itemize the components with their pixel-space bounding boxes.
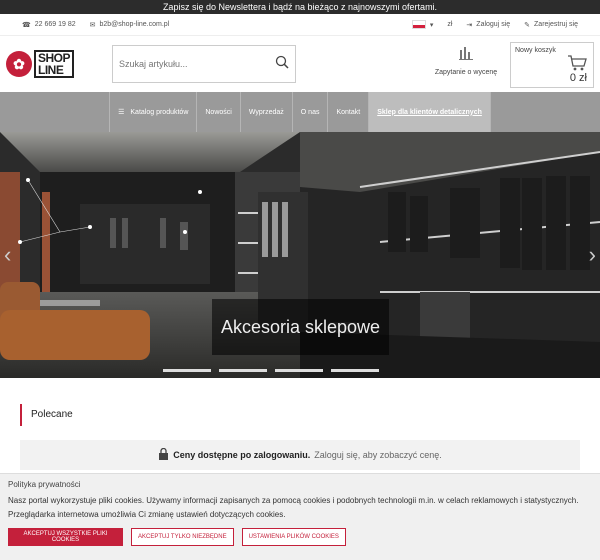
register-label: Zarejestruj się xyxy=(534,21,578,28)
register-icon: ✎ xyxy=(524,21,531,29)
login-label: Zaloguj się xyxy=(476,21,511,28)
cart-value: 0 zł xyxy=(569,72,587,84)
hamburger-icon: ☰ xyxy=(118,109,125,116)
slider-dot[interactable] xyxy=(219,369,267,372)
nav-catalog[interactable]: ☰ Katalog produktów xyxy=(109,92,196,132)
header: ✿ SHOP LINE Zapytanie o wycenę Nowy kosz… xyxy=(0,36,600,92)
poland-flag-icon xyxy=(411,20,426,29)
price-notice-bold: Ceny dostępne po zalogowaniu. xyxy=(173,450,311,460)
price-login-notice: Ceny dostępne po zalogowaniu. Zaloguj si… xyxy=(20,440,580,470)
slider-dot[interactable] xyxy=(163,369,211,372)
envelope-icon: ✉ xyxy=(89,21,96,29)
email-address: b2b@shop-line.com.pl xyxy=(99,21,170,28)
chevron-left-icon[interactable]: ‹ xyxy=(4,242,11,268)
logo[interactable]: ✿ SHOP LINE xyxy=(6,50,106,78)
chevron-right-icon[interactable]: › xyxy=(589,242,596,268)
nav-contact[interactable]: Kontakt xyxy=(327,92,368,132)
price-login-link[interactable]: Zaloguj się, aby zobaczyć cenę. xyxy=(314,450,442,460)
cookie-text-line2: Przeglądarka internetowa umożliwia Ci zm… xyxy=(8,510,286,519)
cookie-settings-button[interactable]: USTAWIENIA PLIKÓW COOKIES xyxy=(241,528,346,546)
search-input[interactable] xyxy=(119,59,275,69)
nav-news[interactable]: Nowości xyxy=(196,92,239,132)
hero-slider: ‹ › Akcesoria sklepowe xyxy=(0,132,600,378)
login-icon: ⇥ xyxy=(466,21,473,29)
slider-dot[interactable] xyxy=(331,369,379,372)
slide-caption[interactable]: Akcesoria sklepowe xyxy=(212,299,389,355)
slider-dots xyxy=(163,369,379,372)
logo-mark-icon: ✿ xyxy=(6,51,32,77)
featured-section: Polecane Ceny dostępne po zalogowaniu. Z… xyxy=(0,378,600,470)
currency-selector[interactable]: zł xyxy=(447,21,452,28)
lock-icon xyxy=(158,447,169,462)
currency-label: zł xyxy=(447,21,453,28)
slider-dot[interactable] xyxy=(275,369,323,372)
search-icon[interactable] xyxy=(275,55,289,74)
newsletter-text[interactable]: Zapisz się do Newslettera i bądź na bież… xyxy=(163,2,437,12)
section-title: Polecane xyxy=(20,404,580,426)
email-contact[interactable]: ✉ b2b@shop-line.com.pl xyxy=(90,21,170,29)
accept-necessary-cookies-button[interactable]: AKCEPTUJ TYLKO NIEZBĘDNE xyxy=(131,528,234,546)
chevron-down-icon: ▾ xyxy=(429,21,434,29)
nav-retail-shop[interactable]: Sklep dla klientów detalicznych xyxy=(368,92,491,132)
quote-request-label: Zapytanie o wycenę xyxy=(434,69,498,76)
newsletter-bar[interactable]: Zapisz się do Newslettera i bądź na bież… xyxy=(0,0,600,14)
phone-contact[interactable]: ☎ 22 669 19 82 xyxy=(22,21,76,29)
phone-icon: ☎ xyxy=(22,21,31,29)
cookie-text-line1: Nasz portal wykorzystuje pliki cookies. … xyxy=(8,496,579,505)
nav-sale[interactable]: Wyprzedaż xyxy=(239,92,292,132)
cookie-title: Polityka prywatności xyxy=(8,480,81,489)
logo-wordmark: SHOP LINE xyxy=(34,50,75,78)
accept-all-cookies-button[interactable]: AKCEPTUJ WSZYSTKIE PLIKI COOKIES xyxy=(8,528,123,546)
nav-about[interactable]: O nas xyxy=(291,92,328,132)
info-bar: ☎ 22 669 19 82 ✉ b2b@shop-line.com.pl ▾ … xyxy=(0,14,600,36)
language-selector[interactable]: ▾ xyxy=(411,20,434,29)
cart-box[interactable]: Nowy koszyk 0 zł xyxy=(510,42,594,88)
bar-chart-icon xyxy=(428,44,504,65)
register-link[interactable]: ✎ Zarejestruj się xyxy=(524,21,578,29)
login-link[interactable]: ⇥ Zaloguj się xyxy=(466,21,510,29)
phone-number: 22 669 19 82 xyxy=(34,21,76,28)
quote-request[interactable]: Zapytanie o wycenę xyxy=(428,44,504,76)
main-nav: ☰ Katalog produktów Nowości Wyprzedaż O … xyxy=(0,92,600,132)
cookie-banner: Polityka prywatności Nasz portal wykorzy… xyxy=(0,473,600,560)
cart-label: Nowy koszyk xyxy=(515,47,556,54)
search-box xyxy=(112,45,296,83)
